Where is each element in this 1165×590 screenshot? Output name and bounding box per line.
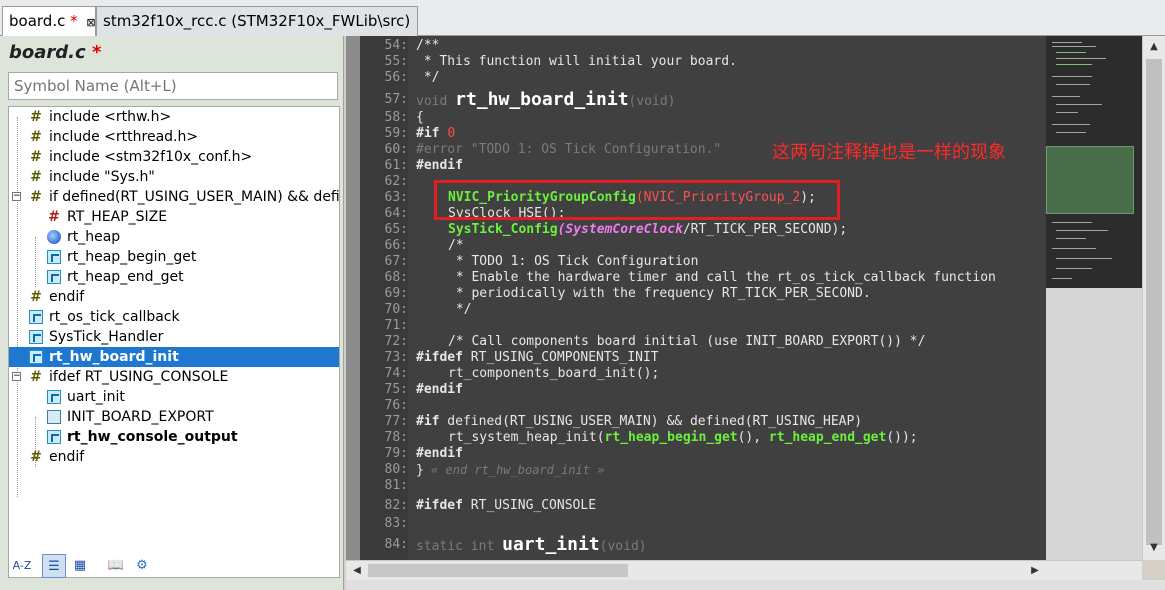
symbol-search-input[interactable] [8, 72, 338, 100]
outline-toolbar: A-Z ☰ ▦ 📖 ⚙ [8, 554, 208, 580]
code-line: 81: [384, 478, 408, 493]
code-line: 56: */ [384, 70, 440, 85]
hash-icon: # [30, 129, 42, 145]
scroll-up-button[interactable]: ▲ [1145, 38, 1163, 56]
collapse-toggle[interactable]: − [12, 372, 21, 381]
tree-item[interactable]: # RT_HEAP_SIZE [9, 207, 339, 227]
tree-item[interactable]: rt_heap_begin_get [9, 247, 339, 267]
code-line: 82: #ifdef RT_USING_CONSOLE [384, 498, 597, 513]
tree-item[interactable]: rt_hw_console_output [9, 427, 339, 447]
category-view-icon[interactable]: ▦ [68, 554, 92, 578]
outline-file-title: board.c * [9, 42, 101, 63]
code-line: 84: static int uart_init(void) [384, 534, 647, 555]
editor-tab-bar: board.c * ⊠ stm32f10x_rcc.c (STM32F10x_F… [0, 0, 1165, 36]
horizontal-scrollbar[interactable]: ◀ ▶ [346, 560, 1142, 580]
function-definition: uart_init [502, 534, 600, 555]
sort-alpha-button[interactable]: A-Z [10, 554, 34, 578]
code-line: 70: */ [384, 302, 472, 317]
tab-close-icon[interactable]: ⊠ [86, 16, 95, 29]
tree-item[interactable]: # endif [9, 287, 339, 307]
variable-icon [47, 230, 61, 244]
modified-indicator: * [70, 12, 78, 30]
symbol-outline-panel: board.c * #include <rthw.h> #include <rt… [0, 36, 344, 590]
tree-item-selected[interactable]: rt_hw_board_init [9, 347, 339, 367]
function-icon [29, 330, 43, 344]
code-editor[interactable]: 54:/** 55: * This function will initial … [346, 36, 1046, 560]
tree-item[interactable]: rt_heap [9, 227, 339, 247]
code-line: 58:{ [384, 110, 424, 125]
hash-icon: # [30, 449, 42, 465]
code-line: 76: [384, 398, 408, 413]
function-icon [47, 390, 61, 404]
macro-icon [47, 410, 61, 424]
hash-icon: # [30, 369, 42, 385]
highlight-box [434, 180, 840, 220]
tree-item[interactable]: # include <stm32f10x_conf.h> [9, 147, 339, 167]
hash-icon: # [30, 149, 42, 165]
tab-label: stm32f10x_rcc.c (STM32F10x_FWLib\src) [103, 12, 411, 30]
annotation-note: 这两句注释掉也是一样的现象 [772, 142, 1006, 163]
code-line: 57: void rt_hw_board_init(void) [384, 89, 676, 110]
horizontal-scroll-thumb[interactable] [368, 564, 628, 577]
vertical-scroll-thumb[interactable] [1146, 59, 1162, 545]
function-icon [29, 350, 43, 364]
scroll-down-button[interactable]: ▼ [1145, 539, 1163, 557]
function-icon [47, 270, 61, 284]
hash-icon: # [30, 109, 42, 125]
tree-item[interactable]: # include "Sys.h" [9, 167, 339, 187]
code-minimap[interactable] [1046, 36, 1142, 560]
minimap-empty-area [1046, 288, 1142, 560]
tree-item[interactable]: uart_init [9, 387, 339, 407]
tab-stm32f10x-rcc-c[interactable]: stm32f10x_rcc.c (STM32F10x_FWLib\src) [96, 6, 418, 36]
tree-item[interactable]: SysTick_Handler [9, 327, 339, 347]
tree-item[interactable]: rt_heap_end_get [9, 267, 339, 287]
hash-icon: # [30, 289, 42, 305]
code-line: 80:} « end rt_hw_board_init » [384, 462, 605, 478]
code-line: 78: rt_system_heap_init(rt_heap_begin_get… [384, 430, 918, 445]
code-line: 83: [384, 516, 408, 531]
tree-item[interactable]: # include <rtthread.h> [9, 127, 339, 147]
tree-item[interactable]: INIT_BOARD_EXPORT [9, 407, 339, 427]
scroll-left-button[interactable]: ◀ [348, 562, 366, 580]
code-line: 54:/** [384, 38, 440, 53]
code-line: 74: rt_components_board_init(); [384, 366, 660, 381]
function-icon [29, 310, 43, 324]
code-line: 66:/* [384, 238, 464, 253]
code-line: 71: [384, 318, 408, 333]
tree-item[interactable]: # include <rthw.h> [9, 107, 339, 127]
modified-indicator: * [91, 42, 102, 63]
code-line: 75: #endif [384, 382, 463, 397]
book-icon[interactable]: 📖 [104, 554, 128, 578]
file-name: board.c [9, 42, 86, 63]
code-line: 67: * TODO 1: OS Tick Configuration [384, 254, 699, 269]
tab-board-c[interactable]: board.c * ⊠ [2, 6, 96, 36]
list-view-icon[interactable]: ☰ [42, 554, 66, 578]
code-line: 73: #ifdef RT_USING_COMPONENTS_INIT [384, 350, 659, 365]
function-icon [47, 250, 61, 264]
hash-icon: # [30, 169, 42, 185]
define-icon: # [48, 209, 60, 225]
code-line: 69: * periodically with the frequency RT… [384, 286, 871, 301]
code-line: 79: #endif [384, 446, 463, 461]
code-line: 72:/* Call components board initial (use… [384, 334, 926, 349]
code-line: 77: #if defined(RT_USING_USER_MAIN) && de… [384, 414, 863, 429]
collapse-toggle[interactable]: − [12, 192, 21, 201]
code-line: 55: * This function will initial your bo… [384, 54, 737, 69]
tree-item[interactable]: − # ifdef RT_USING_CONSOLE [9, 367, 339, 387]
vertical-scrollbar[interactable]: ▲ ▼ [1142, 36, 1165, 560]
function-icon [47, 430, 61, 444]
tree-item[interactable]: rt_os_tick_callback [9, 307, 339, 327]
gear-icon[interactable]: ⚙ [130, 554, 154, 578]
tree-item[interactable]: − # if defined(RT_USING_USER_MAIN) && defi… [9, 187, 339, 207]
tab-label: board.c [9, 12, 66, 30]
bottom-strip [346, 580, 1165, 590]
function-definition: rt_hw_board_init [455, 89, 629, 110]
hash-icon: # [30, 189, 42, 205]
symbol-tree[interactable]: # include <rthw.h> # include <rtthread.h> … [8, 106, 340, 578]
scroll-right-button[interactable]: ▶ [1026, 562, 1044, 580]
code-line: 68: * Enable the hardware timer and call… [384, 270, 996, 285]
code-line: 65: SysTick_Config(SystemCoreClock/RT_TIC… [384, 222, 848, 237]
tree-item[interactable]: # endif [9, 447, 339, 467]
minimap-viewport[interactable] [1046, 146, 1134, 214]
